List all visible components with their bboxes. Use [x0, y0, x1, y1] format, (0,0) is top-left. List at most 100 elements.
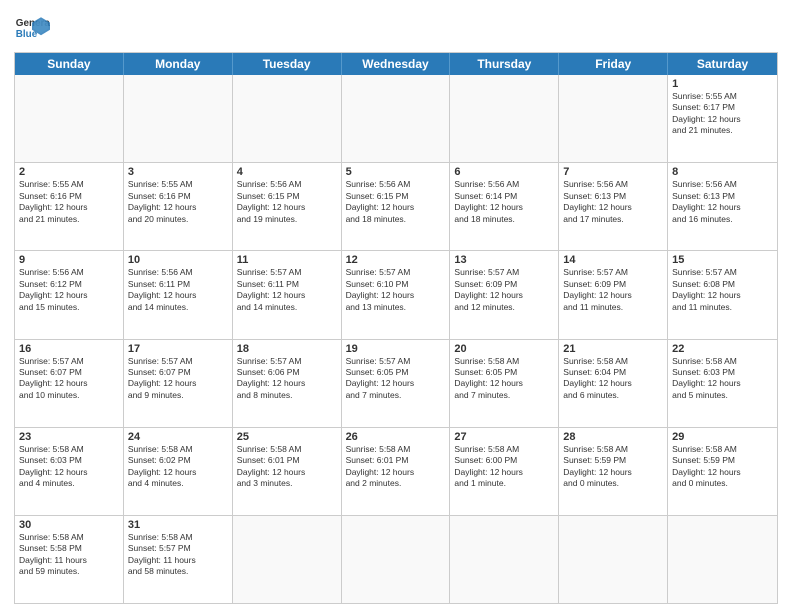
calendar-cell: 16Sunrise: 5:57 AM Sunset: 6:07 PM Dayli…	[15, 340, 124, 427]
calendar-cell: 17Sunrise: 5:57 AM Sunset: 6:07 PM Dayli…	[124, 340, 233, 427]
day-info: Sunrise: 5:58 AM Sunset: 6:00 PM Dayligh…	[454, 444, 554, 490]
day-number: 29	[672, 431, 773, 443]
day-info: Sunrise: 5:57 AM Sunset: 6:09 PM Dayligh…	[454, 267, 554, 313]
calendar-cell: 7Sunrise: 5:56 AM Sunset: 6:13 PM Daylig…	[559, 163, 668, 250]
calendar-row-4: 23Sunrise: 5:58 AM Sunset: 6:03 PM Dayli…	[15, 427, 777, 515]
calendar-row-2: 9Sunrise: 5:56 AM Sunset: 6:12 PM Daylig…	[15, 250, 777, 338]
weekday-header-saturday: Saturday	[668, 53, 777, 75]
calendar-cell	[450, 75, 559, 162]
day-info: Sunrise: 5:55 AM Sunset: 6:17 PM Dayligh…	[672, 91, 773, 137]
day-number: 10	[128, 254, 228, 266]
calendar-cell	[450, 516, 559, 603]
weekday-header-thursday: Thursday	[450, 53, 559, 75]
day-info: Sunrise: 5:56 AM Sunset: 6:15 PM Dayligh…	[346, 179, 446, 225]
calendar-cell	[559, 75, 668, 162]
day-number: 5	[346, 166, 446, 178]
day-info: Sunrise: 5:56 AM Sunset: 6:15 PM Dayligh…	[237, 179, 337, 225]
calendar-body: 1Sunrise: 5:55 AM Sunset: 6:17 PM Daylig…	[15, 75, 777, 603]
day-info: Sunrise: 5:58 AM Sunset: 6:03 PM Dayligh…	[19, 444, 119, 490]
day-number: 1	[672, 78, 773, 90]
calendar-cell: 12Sunrise: 5:57 AM Sunset: 6:10 PM Dayli…	[342, 251, 451, 338]
day-info: Sunrise: 5:56 AM Sunset: 6:14 PM Dayligh…	[454, 179, 554, 225]
calendar-cell	[668, 516, 777, 603]
calendar-row-0: 1Sunrise: 5:55 AM Sunset: 6:17 PM Daylig…	[15, 75, 777, 162]
day-number: 4	[237, 166, 337, 178]
calendar-cell: 14Sunrise: 5:57 AM Sunset: 6:09 PM Dayli…	[559, 251, 668, 338]
day-info: Sunrise: 5:58 AM Sunset: 5:59 PM Dayligh…	[563, 444, 663, 490]
day-info: Sunrise: 5:55 AM Sunset: 6:16 PM Dayligh…	[128, 179, 228, 225]
day-number: 30	[19, 519, 119, 531]
day-number: 13	[454, 254, 554, 266]
page-header: General Blue	[14, 10, 778, 46]
day-info: Sunrise: 5:57 AM Sunset: 6:08 PM Dayligh…	[672, 267, 773, 313]
calendar-cell: 6Sunrise: 5:56 AM Sunset: 6:14 PM Daylig…	[450, 163, 559, 250]
day-info: Sunrise: 5:58 AM Sunset: 6:05 PM Dayligh…	[454, 356, 554, 402]
day-info: Sunrise: 5:56 AM Sunset: 6:13 PM Dayligh…	[563, 179, 663, 225]
day-number: 16	[19, 343, 119, 355]
day-info: Sunrise: 5:56 AM Sunset: 6:11 PM Dayligh…	[128, 267, 228, 313]
day-info: Sunrise: 5:57 AM Sunset: 6:11 PM Dayligh…	[237, 267, 337, 313]
day-info: Sunrise: 5:58 AM Sunset: 5:59 PM Dayligh…	[672, 444, 773, 490]
calendar-cell: 13Sunrise: 5:57 AM Sunset: 6:09 PM Dayli…	[450, 251, 559, 338]
day-info: Sunrise: 5:58 AM Sunset: 5:58 PM Dayligh…	[19, 532, 119, 578]
calendar-cell	[342, 516, 451, 603]
day-number: 9	[19, 254, 119, 266]
calendar-cell: 31Sunrise: 5:58 AM Sunset: 5:57 PM Dayli…	[124, 516, 233, 603]
calendar-cell	[15, 75, 124, 162]
calendar-cell: 10Sunrise: 5:56 AM Sunset: 6:11 PM Dayli…	[124, 251, 233, 338]
calendar-cell: 27Sunrise: 5:58 AM Sunset: 6:00 PM Dayli…	[450, 428, 559, 515]
calendar-cell	[233, 516, 342, 603]
day-number: 15	[672, 254, 773, 266]
day-number: 11	[237, 254, 337, 266]
day-number: 3	[128, 166, 228, 178]
day-number: 21	[563, 343, 663, 355]
calendar-cell: 21Sunrise: 5:58 AM Sunset: 6:04 PM Dayli…	[559, 340, 668, 427]
calendar-cell	[124, 75, 233, 162]
day-number: 2	[19, 166, 119, 178]
generalblue-logo-icon: General Blue	[14, 10, 50, 46]
calendar: SundayMondayTuesdayWednesdayThursdayFrid…	[14, 52, 778, 604]
calendar-cell: 23Sunrise: 5:58 AM Sunset: 6:03 PM Dayli…	[15, 428, 124, 515]
day-number: 24	[128, 431, 228, 443]
calendar-cell	[342, 75, 451, 162]
day-number: 18	[237, 343, 337, 355]
day-info: Sunrise: 5:58 AM Sunset: 6:03 PM Dayligh…	[672, 356, 773, 402]
day-info: Sunrise: 5:57 AM Sunset: 6:09 PM Dayligh…	[563, 267, 663, 313]
weekday-header-sunday: Sunday	[15, 53, 124, 75]
day-info: Sunrise: 5:58 AM Sunset: 6:01 PM Dayligh…	[237, 444, 337, 490]
calendar-cell: 4Sunrise: 5:56 AM Sunset: 6:15 PM Daylig…	[233, 163, 342, 250]
calendar-cell: 29Sunrise: 5:58 AM Sunset: 5:59 PM Dayli…	[668, 428, 777, 515]
calendar-cell: 30Sunrise: 5:58 AM Sunset: 5:58 PM Dayli…	[15, 516, 124, 603]
calendar-cell: 25Sunrise: 5:58 AM Sunset: 6:01 PM Dayli…	[233, 428, 342, 515]
calendar-cell: 1Sunrise: 5:55 AM Sunset: 6:17 PM Daylig…	[668, 75, 777, 162]
day-info: Sunrise: 5:57 AM Sunset: 6:05 PM Dayligh…	[346, 356, 446, 402]
day-number: 31	[128, 519, 228, 531]
day-info: Sunrise: 5:57 AM Sunset: 6:07 PM Dayligh…	[19, 356, 119, 402]
day-number: 26	[346, 431, 446, 443]
day-info: Sunrise: 5:57 AM Sunset: 6:06 PM Dayligh…	[237, 356, 337, 402]
calendar-cell: 11Sunrise: 5:57 AM Sunset: 6:11 PM Dayli…	[233, 251, 342, 338]
calendar-cell: 26Sunrise: 5:58 AM Sunset: 6:01 PM Dayli…	[342, 428, 451, 515]
day-number: 27	[454, 431, 554, 443]
calendar-cell: 28Sunrise: 5:58 AM Sunset: 5:59 PM Dayli…	[559, 428, 668, 515]
weekday-header-monday: Monday	[124, 53, 233, 75]
day-info: Sunrise: 5:56 AM Sunset: 6:12 PM Dayligh…	[19, 267, 119, 313]
day-number: 6	[454, 166, 554, 178]
day-info: Sunrise: 5:58 AM Sunset: 6:02 PM Dayligh…	[128, 444, 228, 490]
day-number: 28	[563, 431, 663, 443]
day-number: 25	[237, 431, 337, 443]
day-number: 12	[346, 254, 446, 266]
calendar-cell: 3Sunrise: 5:55 AM Sunset: 6:16 PM Daylig…	[124, 163, 233, 250]
day-number: 22	[672, 343, 773, 355]
calendar-cell: 18Sunrise: 5:57 AM Sunset: 6:06 PM Dayli…	[233, 340, 342, 427]
logo: General Blue	[14, 10, 50, 46]
weekday-header-wednesday: Wednesday	[342, 53, 451, 75]
calendar-cell: 5Sunrise: 5:56 AM Sunset: 6:15 PM Daylig…	[342, 163, 451, 250]
day-info: Sunrise: 5:58 AM Sunset: 5:57 PM Dayligh…	[128, 532, 228, 578]
day-info: Sunrise: 5:58 AM Sunset: 6:01 PM Dayligh…	[346, 444, 446, 490]
calendar-row-3: 16Sunrise: 5:57 AM Sunset: 6:07 PM Dayli…	[15, 339, 777, 427]
day-info: Sunrise: 5:56 AM Sunset: 6:13 PM Dayligh…	[672, 179, 773, 225]
weekday-header-friday: Friday	[559, 53, 668, 75]
calendar-cell: 8Sunrise: 5:56 AM Sunset: 6:13 PM Daylig…	[668, 163, 777, 250]
weekday-header-tuesday: Tuesday	[233, 53, 342, 75]
